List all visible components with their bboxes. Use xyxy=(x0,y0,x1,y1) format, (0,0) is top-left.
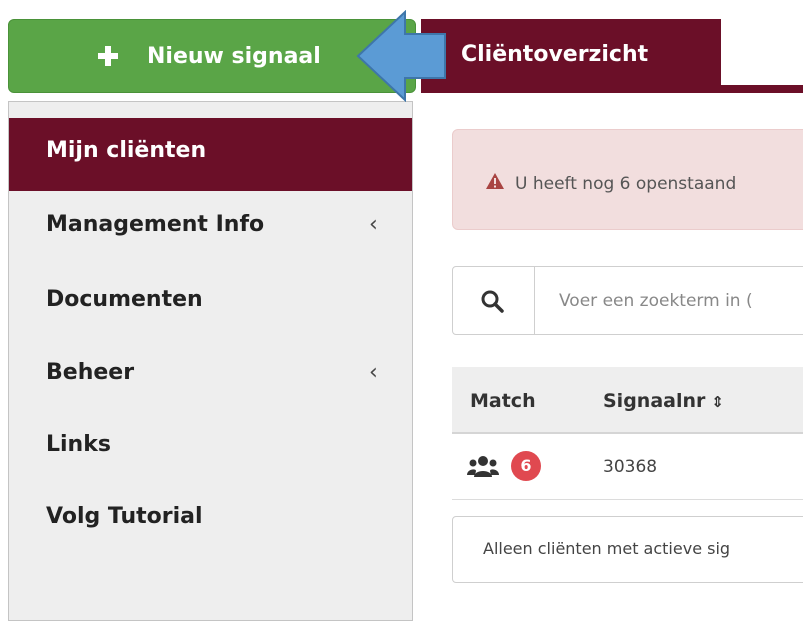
tab-clientoverzicht[interactable]: Cliëntoverzicht xyxy=(421,19,721,93)
sidebar-item-label: Management Info xyxy=(46,212,265,237)
sidebar-item-beheer[interactable]: Beheer ‹ xyxy=(9,340,412,412)
search-input[interactable] xyxy=(557,281,803,321)
plus-icon xyxy=(97,45,119,67)
chevron-left-icon: ‹ xyxy=(369,360,378,385)
search-box xyxy=(452,266,803,335)
sidebar-item-label: Beheer xyxy=(46,360,135,385)
users-icon[interactable] xyxy=(467,455,499,484)
tab-underline xyxy=(721,85,803,93)
search-icon[interactable] xyxy=(453,267,535,334)
active-signals-filter[interactable]: Alleen cliënten met actieve sig xyxy=(452,516,803,583)
sidebar-item-documenten[interactable]: Documenten xyxy=(9,267,412,339)
new-signal-label: Nieuw signaal xyxy=(147,44,321,69)
sidebar-item-volg-tutorial[interactable]: Volg Tutorial xyxy=(9,484,412,556)
sidebar-item-management-info[interactable]: Management Info ‹ xyxy=(9,192,412,264)
sidebar-item-label: Volg Tutorial xyxy=(46,504,203,529)
annotation-arrow-icon xyxy=(356,10,446,102)
table-row[interactable]: 6 30368 xyxy=(452,434,803,500)
column-header-signaalnr[interactable]: Signaalnr ⇕ xyxy=(603,390,724,412)
sidebar-item-mijn-clienten[interactable]: Mijn cliënten xyxy=(9,118,412,191)
sidebar-item-links[interactable]: Links xyxy=(9,412,412,484)
filter-label: Alleen cliënten met actieve sig xyxy=(483,539,731,558)
tab-label: Cliëntoverzicht xyxy=(461,42,649,67)
sidebar-item-label: Links xyxy=(46,432,111,457)
alert-text: U heeft nog 6 openstaand xyxy=(515,174,737,194)
alert-banner: U heeft nog 6 openstaand xyxy=(452,129,803,230)
chevron-left-icon: ‹ xyxy=(369,212,378,237)
signaalnr-cell: 30368 xyxy=(603,457,658,477)
sort-icon: ⇕ xyxy=(711,393,724,411)
column-header-match: Match xyxy=(470,390,536,412)
warning-icon xyxy=(485,172,505,195)
sidebar: Mijn cliënten Management Info ‹ Document… xyxy=(8,101,413,621)
sidebar-item-label: Mijn cliënten xyxy=(46,138,207,163)
column-header-label: Signaalnr xyxy=(603,390,706,412)
table-header: Match Signaalnr ⇕ xyxy=(452,367,803,434)
match-count-badge: 6 xyxy=(511,451,541,481)
sidebar-item-label: Documenten xyxy=(46,287,203,312)
